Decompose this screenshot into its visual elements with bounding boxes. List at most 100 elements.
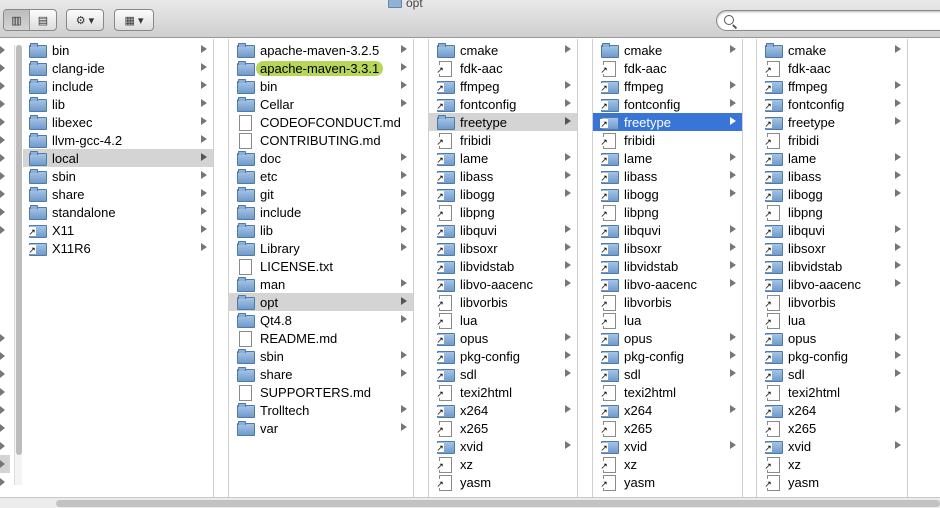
file-item[interactable]: xz: [429, 455, 577, 473]
folder-item[interactable]: fontconfig: [757, 95, 907, 113]
file-item[interactable]: libpng: [757, 203, 907, 221]
coverflow-view-button[interactable]: ▤: [30, 10, 56, 30]
file-item[interactable]: texi2html: [757, 383, 907, 401]
folder-item[interactable]: opus: [757, 329, 907, 347]
folder-item[interactable]: opus: [429, 329, 577, 347]
folder-item[interactable]: libogg: [429, 185, 577, 203]
folder-item[interactable]: freetype: [757, 113, 907, 131]
folder-item[interactable]: cmake: [429, 41, 577, 59]
folder-item[interactable]: lame: [593, 149, 742, 167]
folder-item[interactable]: xvid: [757, 437, 907, 455]
folder-item[interactable]: lame: [429, 149, 577, 167]
vertical-scrollbar[interactable]: [14, 45, 22, 485]
file-item[interactable]: SUPPORTERS.md: [229, 383, 413, 401]
folder-item[interactable]: libass: [429, 167, 577, 185]
file-item[interactable]: texi2html: [593, 383, 742, 401]
folder-item[interactable]: x264: [593, 401, 742, 419]
arrange-menu-button[interactable]: ▦ ▾: [114, 9, 154, 31]
folder-item[interactable]: freetype: [429, 113, 577, 131]
folder-item[interactable]: bin: [229, 77, 413, 95]
folder-item[interactable]: ffmpeg: [593, 77, 742, 95]
folder-item[interactable]: Trolltech: [229, 401, 413, 419]
folder-item[interactable]: man: [229, 275, 413, 293]
file-item[interactable]: xz: [593, 455, 742, 473]
file-item[interactable]: CODEOFCONDUCT.md: [229, 113, 413, 131]
file-item[interactable]: xz: [757, 455, 907, 473]
folder-item[interactable]: ffmpeg: [757, 77, 907, 95]
folder-item[interactable]: apache-maven-3.2.5: [229, 41, 413, 59]
folder-item[interactable]: freetype: [593, 113, 742, 131]
folder-item[interactable]: bin: [23, 41, 213, 59]
folder-item[interactable]: lib: [229, 221, 413, 239]
column-view-button[interactable]: ▥: [4, 10, 30, 30]
folder-item[interactable]: ffmpeg: [429, 77, 577, 95]
file-item[interactable]: x265: [593, 419, 742, 437]
folder-item[interactable]: standalone: [23, 203, 213, 221]
folder-item[interactable]: llvm-gcc-4.2: [23, 131, 213, 149]
search-field[interactable]: [716, 10, 940, 31]
folder-item[interactable]: libogg: [593, 185, 742, 203]
file-item[interactable]: x265: [429, 419, 577, 437]
folder-item[interactable]: libsoxr: [757, 239, 907, 257]
file-item[interactable]: README.md: [229, 329, 413, 347]
folder-item[interactable]: cmake: [593, 41, 742, 59]
file-item[interactable]: libvorbis: [429, 293, 577, 311]
file-item[interactable]: texi2html: [429, 383, 577, 401]
folder-item[interactable]: sdl: [429, 365, 577, 383]
file-item[interactable]: lua: [757, 311, 907, 329]
folder-item[interactable]: share: [23, 185, 213, 203]
folder-item[interactable]: etc: [229, 167, 413, 185]
folder-item[interactable]: apache-maven-3.3.1: [229, 59, 413, 77]
file-item[interactable]: yasm: [757, 473, 907, 491]
folder-item[interactable]: Library: [229, 239, 413, 257]
file-item[interactable]: x265: [757, 419, 907, 437]
column-freetype-contents[interactable]: cmake fdk-aac ffmpeg fontconfig freetype frib…: [756, 39, 908, 497]
folder-item[interactable]: pkg-config: [429, 347, 577, 365]
folder-item[interactable]: xvid: [593, 437, 742, 455]
folder-item[interactable]: libvidstab: [757, 257, 907, 275]
file-item[interactable]: libpng: [593, 203, 742, 221]
folder-item[interactable]: sdl: [593, 365, 742, 383]
folder-item[interactable]: X11: [23, 221, 213, 239]
file-item[interactable]: fribidi: [429, 131, 577, 149]
folder-item[interactable]: libsoxr: [593, 239, 742, 257]
folder-item[interactable]: pkg-config: [593, 347, 742, 365]
folder-item[interactable]: libvo-aacenc: [429, 275, 577, 293]
folder-item[interactable]: opus: [593, 329, 742, 347]
folder-item[interactable]: include: [23, 77, 213, 95]
file-item[interactable]: lua: [429, 311, 577, 329]
file-item[interactable]: libpng: [429, 203, 577, 221]
column-local[interactable]: apache-maven-3.2.5 apache-maven-3.3.1 bin C…: [228, 39, 414, 497]
horizontal-scrollbar[interactable]: [0, 497, 940, 508]
folder-item[interactable]: sdl: [757, 365, 907, 383]
folder-item[interactable]: opt: [229, 293, 413, 311]
file-item[interactable]: fribidi: [757, 131, 907, 149]
folder-item[interactable]: libsoxr: [429, 239, 577, 257]
folder-item[interactable]: x264: [757, 401, 907, 419]
folder-item[interactable]: include: [229, 203, 413, 221]
folder-item[interactable]: var: [229, 419, 413, 437]
file-item[interactable]: CONTRIBUTING.md: [229, 131, 413, 149]
folder-item[interactable]: libass: [757, 167, 907, 185]
folder-item[interactable]: local: [23, 149, 213, 167]
file-item[interactable]: lua: [593, 311, 742, 329]
folder-item[interactable]: cmake: [757, 41, 907, 59]
folder-item[interactable]: clang-ide: [23, 59, 213, 77]
file-item[interactable]: yasm: [429, 473, 577, 491]
folder-item[interactable]: fontconfig: [593, 95, 742, 113]
folder-item[interactable]: libvo-aacenc: [757, 275, 907, 293]
folder-item[interactable]: libvidstab: [429, 257, 577, 275]
folder-item[interactable]: libogg: [757, 185, 907, 203]
folder-item[interactable]: xvid: [429, 437, 577, 455]
file-item[interactable]: fdk-aac: [429, 59, 577, 77]
scrollbar-thumb[interactable]: [16, 45, 22, 455]
folder-item[interactable]: doc: [229, 149, 413, 167]
file-item[interactable]: yasm: [593, 473, 742, 491]
folder-item[interactable]: Qt4.8: [229, 311, 413, 329]
scrollbar-thumb[interactable]: [56, 500, 940, 507]
file-item[interactable]: fdk-aac: [593, 59, 742, 77]
folder-item[interactable]: sbin: [229, 347, 413, 365]
folder-item[interactable]: libquvi: [757, 221, 907, 239]
folder-item[interactable]: sbin: [23, 167, 213, 185]
file-item[interactable]: LICENSE.txt: [229, 257, 413, 275]
